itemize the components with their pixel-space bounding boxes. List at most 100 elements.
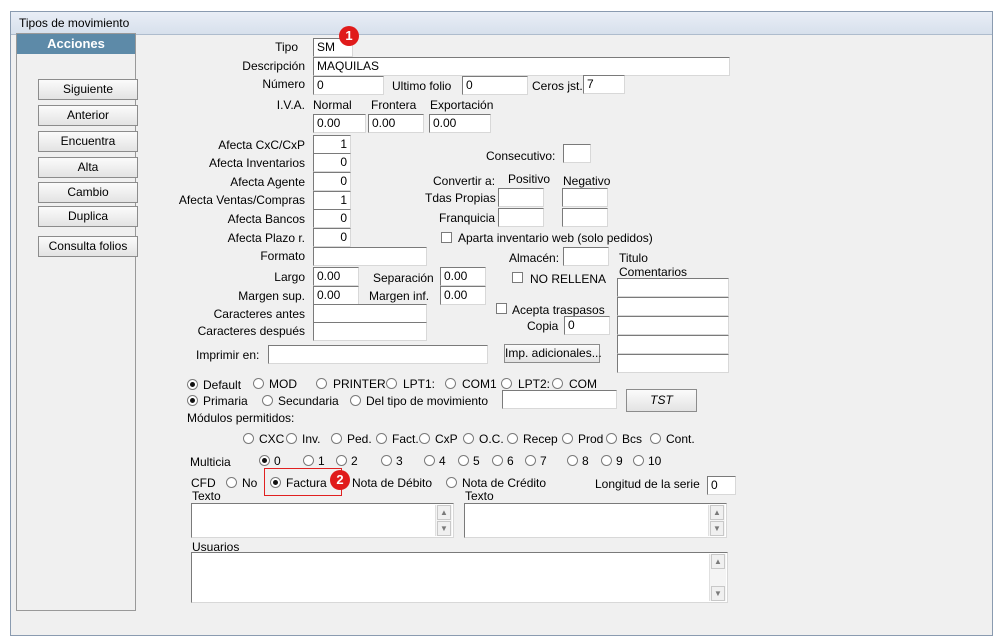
scroll-up-arrow-icon[interactable]: ▲ <box>710 505 724 520</box>
acepta-traspasos-checkbox[interactable] <box>496 303 507 314</box>
imprimir-en-field[interactable] <box>268 345 488 364</box>
multicia-radio-3[interactable] <box>381 455 392 466</box>
scroll-down-arrow-icon[interactable]: ▼ <box>710 521 724 536</box>
copia-field[interactable]: 0 <box>564 316 610 335</box>
iva-normal-label: Normal <box>313 98 352 112</box>
caracteres-despues-field[interactable] <box>313 322 427 341</box>
afecta-agente-field[interactable]: 0 <box>313 172 351 191</box>
printer-radio[interactable] <box>316 378 327 389</box>
modulo-radio-cont[interactable] <box>650 433 661 444</box>
modulo-radio-bcs[interactable] <box>606 433 617 444</box>
texto2-textarea[interactable]: ▲ ▼ <box>464 503 727 538</box>
multicia-radio-6[interactable] <box>492 455 503 466</box>
usuarios-textarea[interactable]: ▲ ▼ <box>191 552 728 603</box>
primaria-radio[interactable] <box>187 395 198 406</box>
multicia-radio-5[interactable] <box>458 455 469 466</box>
alta-button[interactable]: Alta <box>38 157 138 178</box>
ultimo-folio-field[interactable]: 0 <box>462 76 528 95</box>
multicia-radio-2[interactable] <box>336 455 347 466</box>
cfd-factura-radio[interactable] <box>270 477 281 488</box>
consecutivo-label: Consecutivo: <box>486 149 556 163</box>
caracteres-antes-field[interactable] <box>313 304 427 323</box>
com1-label: COM1 <box>462 377 497 391</box>
scroll-up-arrow-icon[interactable]: ▲ <box>711 554 725 569</box>
aparta-inventario-checkbox[interactable] <box>441 232 452 243</box>
duplica-button[interactable]: Duplica <box>38 206 138 227</box>
modulo-radio-inv[interactable] <box>286 433 297 444</box>
margen-inf-field[interactable]: 0.00 <box>440 286 486 305</box>
del-tipo-movimiento-radio[interactable] <box>350 395 361 406</box>
texto1-scrollbar[interactable]: ▲ ▼ <box>435 505 452 536</box>
default-radio[interactable] <box>187 379 198 390</box>
multicia-radio-0[interactable] <box>259 455 270 466</box>
comentario-field-3[interactable] <box>617 316 729 335</box>
modulo-radio-oc[interactable] <box>463 433 474 444</box>
almacen-field[interactable] <box>563 247 609 266</box>
com1-radio[interactable] <box>445 378 456 389</box>
multicia-radio-9[interactable] <box>601 455 612 466</box>
texto2-scrollbar[interactable]: ▲ ▼ <box>708 505 725 536</box>
modulo-radio-cxc[interactable] <box>243 433 254 444</box>
lpt2-radio[interactable] <box>501 378 512 389</box>
iva-frontera-field[interactable]: 0.00 <box>368 114 424 133</box>
scroll-up-arrow-icon[interactable]: ▲ <box>437 505 451 520</box>
multicia-radio-8[interactable] <box>567 455 578 466</box>
encuentra-button[interactable]: Encuentra <box>38 131 138 152</box>
multicia-radio-4[interactable] <box>424 455 435 466</box>
texto1-textarea[interactable]: ▲ ▼ <box>191 503 454 538</box>
cfd-no-radio[interactable] <box>226 477 237 488</box>
afecta-bancos-field[interactable]: 0 <box>313 209 351 228</box>
modulo-radio-cxp[interactable] <box>419 433 430 444</box>
afecta-ventas-field[interactable]: 1 <box>313 191 351 210</box>
comentario-field-4[interactable] <box>617 335 729 354</box>
multicia-radio-7[interactable] <box>525 455 536 466</box>
multicia-radio-10[interactable] <box>633 455 644 466</box>
margen-sup-field[interactable]: 0.00 <box>313 286 359 305</box>
modulo-radio-prod[interactable] <box>562 433 573 444</box>
cambio-button[interactable]: Cambio <box>38 182 138 203</box>
lpt1-label: LPT1: <box>403 377 436 391</box>
afecta-plazo-field[interactable]: 0 <box>313 228 351 247</box>
ceros-jst-field[interactable]: 7 <box>583 75 625 94</box>
descripcion-field[interactable]: MAQUILAS <box>313 57 730 76</box>
franquicia-negativo-field[interactable] <box>562 208 608 227</box>
iva-exportacion-field[interactable]: 0.00 <box>429 114 491 133</box>
copia-label: Copia <box>527 319 559 333</box>
no-rellena-checkbox[interactable] <box>512 272 523 283</box>
afecta-bancos-label: Afecta Bancos <box>227 212 305 226</box>
modulo-radio-fact[interactable] <box>376 433 387 444</box>
franquicia-positivo-field[interactable] <box>498 208 544 227</box>
tst-button[interactable]: TST <box>626 389 697 412</box>
iva-normal-field[interactable]: 0.00 <box>313 114 366 133</box>
comentario-field-1[interactable] <box>617 278 729 297</box>
cfd-nota-credito-radio[interactable] <box>446 477 457 488</box>
mod-radio[interactable] <box>253 378 264 389</box>
tdas-propias-positivo-field[interactable] <box>498 188 544 207</box>
cfd-nota-debito-label: Nota de Débito <box>352 476 433 490</box>
consecutivo-field[interactable] <box>563 144 591 163</box>
separacion-field[interactable]: 0.00 <box>440 267 486 286</box>
formato-field[interactable] <box>313 247 427 266</box>
largo-field[interactable]: 0.00 <box>313 267 359 286</box>
scroll-down-arrow-icon[interactable]: ▼ <box>437 521 451 536</box>
longitud-serie-field[interactable]: 0 <box>707 476 736 495</box>
multicia-radio-1[interactable] <box>303 455 314 466</box>
afecta-inventarios-field[interactable]: 0 <box>313 153 351 172</box>
modulo-radio-recep[interactable] <box>507 433 518 444</box>
modulo-radio-ped[interactable] <box>331 433 342 444</box>
afecta-cxc-field[interactable]: 1 <box>313 135 351 154</box>
comentario-field-2[interactable] <box>617 297 729 316</box>
scroll-down-arrow-icon[interactable]: ▼ <box>711 586 725 601</box>
usuarios-scrollbar[interactable]: ▲ ▼ <box>709 554 726 601</box>
siguiente-button[interactable]: Siguiente <box>38 79 138 100</box>
secundaria-radio[interactable] <box>262 395 273 406</box>
numero-field[interactable]: 0 <box>313 76 384 95</box>
consulta-folios-button[interactable]: Consulta folios <box>38 236 138 257</box>
com-radio[interactable] <box>552 378 563 389</box>
imp-adicionales-button[interactable]: Imp. adicionales... <box>504 344 602 363</box>
comentario-field-5[interactable] <box>617 354 729 373</box>
del-tipo-movimiento-field[interactable] <box>502 390 617 409</box>
lpt1-radio[interactable] <box>386 378 397 389</box>
anterior-button[interactable]: Anterior <box>38 105 138 126</box>
tdas-propias-negativo-field[interactable] <box>562 188 608 207</box>
